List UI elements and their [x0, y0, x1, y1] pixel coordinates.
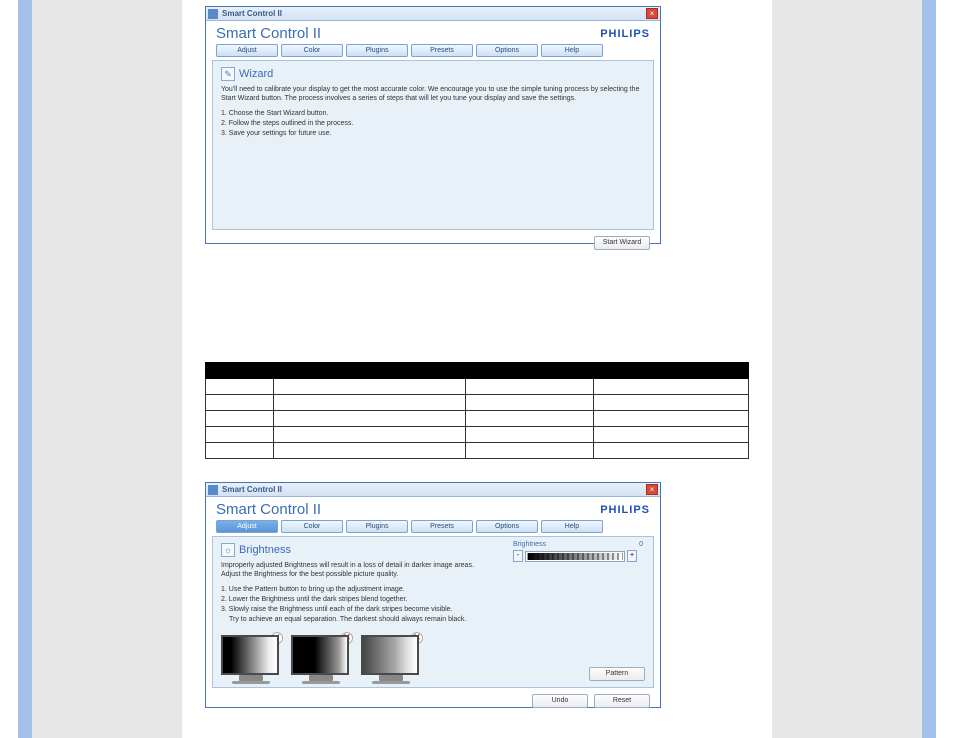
app-title: Smart Control II	[216, 25, 321, 42]
brand-logo: PHILIPS	[600, 504, 650, 516]
tab-adjust[interactable]: Adjust	[216, 520, 278, 533]
tab-bar: Adjust Color Plugins Presets Options Hel…	[206, 520, 660, 536]
brightness-step1: 1. Use the Pattern button to bring up th…	[221, 585, 491, 594]
decor-right-gray	[772, 0, 922, 738]
app-icon	[208, 9, 218, 19]
brightness-intro: Improperly adjusted Brightness will resu…	[221, 561, 491, 579]
slider-decrease-button[interactable]: -	[513, 550, 523, 562]
tab-presets[interactable]: Presets	[411, 44, 473, 57]
table-header-cell	[466, 363, 594, 379]
window-title: Smart Control II	[222, 485, 282, 494]
brightness-window: Smart Control II × Smart Control II PHIL…	[205, 482, 661, 708]
start-wizard-button[interactable]: Start Wizard	[594, 236, 650, 250]
decor-left-blue	[18, 0, 32, 738]
decor-right-blue	[922, 0, 936, 738]
tab-options[interactable]: Options	[476, 520, 538, 533]
wizard-panel: ✎ Wizard You'll need to calibrate your d…	[212, 60, 654, 230]
tab-presets[interactable]: Presets	[411, 520, 473, 533]
wizard-step1: 1. Choose the Start Wizard button.	[221, 109, 645, 118]
brightness-panel: ☼ Brightness Brightness 0 - +	[212, 536, 654, 688]
tab-adjust[interactable]: Adjust	[216, 44, 278, 57]
brightness-step2: 2. Lower the Brightness until the dark s…	[221, 595, 491, 604]
data-table	[205, 362, 749, 459]
brightness-slider[interactable]	[525, 551, 625, 562]
wizard-title: Wizard	[239, 68, 273, 80]
app-icon	[208, 485, 218, 495]
tab-color[interactable]: Color	[281, 520, 343, 533]
slider-label: Brightness	[513, 541, 546, 548]
table-row	[206, 443, 749, 459]
window-title: Smart Control II	[222, 9, 282, 18]
brightness-title: Brightness	[239, 544, 291, 556]
pattern-button[interactable]: Pattern	[589, 667, 645, 681]
table-header-cell	[206, 363, 274, 379]
example-monitors: ✓ ✕ ✕	[221, 635, 645, 684]
brightness-step3: 3. Slowly raise the Brightness until eac…	[221, 605, 491, 614]
close-icon[interactable]: ×	[646, 8, 658, 19]
tab-plugins[interactable]: Plugins	[346, 520, 408, 533]
table-row	[206, 379, 749, 395]
brightness-step3b: Try to achieve an equal separation. The …	[221, 615, 491, 624]
table-row	[206, 427, 749, 443]
table-header-row	[206, 363, 749, 379]
app-title: Smart Control II	[216, 501, 321, 518]
tab-color[interactable]: Color	[281, 44, 343, 57]
tab-help[interactable]: Help	[541, 44, 603, 57]
table-header-cell	[594, 363, 749, 379]
titlebar[interactable]: Smart Control II ×	[206, 483, 660, 497]
slider-increase-button[interactable]: +	[627, 550, 637, 562]
tab-help[interactable]: Help	[541, 520, 603, 533]
wizard-icon: ✎	[221, 67, 235, 81]
undo-button[interactable]: Undo	[532, 694, 588, 708]
tab-options[interactable]: Options	[476, 44, 538, 57]
table-row	[206, 395, 749, 411]
monitor-example-wrong-2: ✕	[361, 635, 421, 684]
table-header-cell	[274, 363, 466, 379]
monitor-example-wrong-1: ✕	[291, 635, 351, 684]
monitor-example-correct: ✓	[221, 635, 281, 684]
titlebar[interactable]: Smart Control II ×	[206, 7, 660, 21]
brightness-icon: ☼	[221, 543, 235, 557]
wizard-step2: 2. Follow the steps outlined in the proc…	[221, 119, 645, 128]
wizard-step3: 3. Save your settings for future use.	[221, 129, 645, 138]
brand-logo: PHILIPS	[600, 28, 650, 40]
wizard-window: Smart Control II × Smart Control II PHIL…	[205, 6, 661, 244]
close-icon[interactable]: ×	[646, 484, 658, 495]
brightness-slider-group: Brightness 0 - +	[513, 541, 643, 562]
tab-bar: Adjust Color Plugins Presets Options Hel…	[206, 44, 660, 60]
wizard-intro: You'll need to calibrate your display to…	[221, 85, 645, 103]
slider-value: 0	[639, 541, 643, 548]
reset-button[interactable]: Reset	[594, 694, 650, 708]
decor-left-gray	[32, 0, 182, 738]
tab-plugins[interactable]: Plugins	[346, 44, 408, 57]
table-row	[206, 411, 749, 427]
